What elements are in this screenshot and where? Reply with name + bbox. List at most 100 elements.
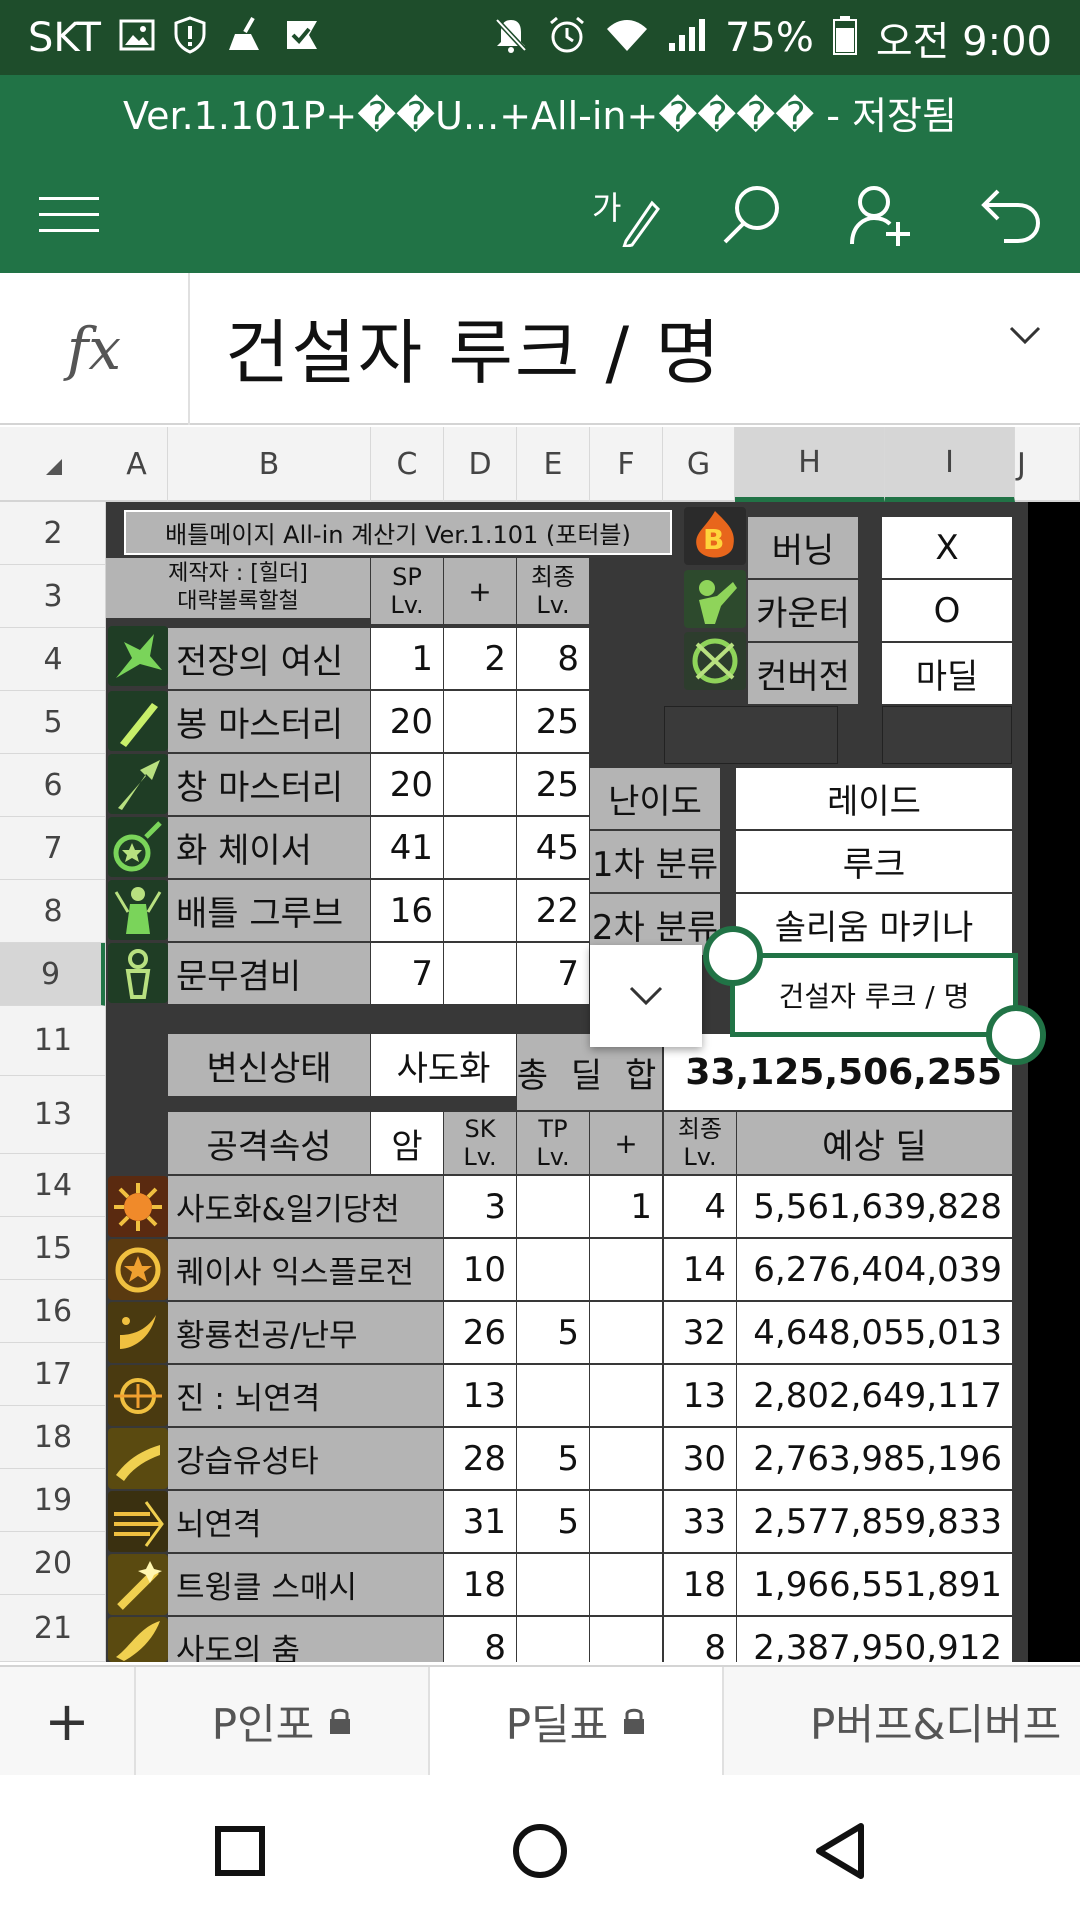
blank-cell[interactable] bbox=[882, 706, 1012, 764]
skill-final[interactable]: 25 bbox=[517, 754, 589, 815]
skill-damage[interactable]: 2,577,859,833 bbox=[737, 1491, 1012, 1552]
share-button[interactable] bbox=[836, 170, 926, 260]
col-header-e[interactable]: E bbox=[517, 427, 590, 502]
attack-attr-value[interactable]: 암 bbox=[371, 1112, 443, 1174]
skill-final[interactable]: 22 bbox=[517, 880, 589, 941]
skill-name[interactable]: 화 체이서 bbox=[168, 817, 370, 878]
skill-final[interactable]: 25 bbox=[517, 691, 589, 752]
skill-name[interactable]: 사도의 춤 bbox=[168, 1617, 443, 1662]
skill-plus[interactable] bbox=[590, 1365, 662, 1426]
row-header[interactable]: 16 bbox=[0, 1280, 105, 1343]
skill-sp[interactable]: 20 bbox=[371, 691, 443, 752]
class1-label[interactable]: 1차 분류 bbox=[590, 831, 720, 892]
skill-sp[interactable]: 41 bbox=[371, 817, 443, 878]
skill-plus[interactable]: 2 bbox=[444, 628, 516, 689]
skill-plus[interactable] bbox=[444, 943, 516, 1004]
transform-value[interactable]: 사도화 bbox=[371, 1034, 516, 1096]
header-sp-lv[interactable]: SP Lv. bbox=[371, 558, 443, 624]
skill-sp[interactable]: 1 bbox=[371, 628, 443, 689]
skill-tp[interactable] bbox=[517, 1617, 589, 1662]
skill-sp[interactable]: 7 bbox=[371, 943, 443, 1004]
col-header-b[interactable]: B bbox=[168, 427, 371, 502]
row-header[interactable]: 14 bbox=[0, 1154, 105, 1217]
skill-final[interactable]: 30 bbox=[664, 1428, 736, 1489]
skill-name[interactable]: 진 : 뇌연격 bbox=[168, 1365, 443, 1426]
home-button[interactable] bbox=[485, 1796, 595, 1906]
col-header-c[interactable]: C bbox=[371, 427, 444, 502]
recent-apps-button[interactable] bbox=[185, 1796, 295, 1906]
skill-final[interactable]: 14 bbox=[664, 1239, 736, 1300]
skill-tp[interactable] bbox=[517, 1239, 589, 1300]
row-header[interactable]: 17 bbox=[0, 1343, 105, 1406]
skill-plus[interactable] bbox=[444, 691, 516, 752]
skill-final[interactable]: 8 bbox=[517, 628, 589, 689]
skill-plus[interactable] bbox=[444, 817, 516, 878]
tab-p-info[interactable]: P인포 bbox=[136, 1667, 430, 1775]
skill-plus[interactable] bbox=[590, 1491, 662, 1552]
skill-name[interactable]: 봉 마스터리 bbox=[168, 691, 370, 752]
row-header[interactable]: 18 bbox=[0, 1406, 105, 1469]
undo-button[interactable] bbox=[966, 170, 1056, 260]
option-label-burning[interactable]: 버닝 bbox=[748, 517, 858, 578]
skill-final[interactable]: 4 bbox=[664, 1176, 736, 1237]
selection-handle-start[interactable] bbox=[703, 926, 763, 986]
header-sk-lv[interactable]: SK Lv. bbox=[444, 1112, 516, 1174]
skill-final[interactable]: 45 bbox=[517, 817, 589, 878]
skill-sk[interactable]: 8 bbox=[444, 1617, 516, 1662]
skill-sk[interactable]: 28 bbox=[444, 1428, 516, 1489]
option-value-counter[interactable]: O bbox=[882, 580, 1012, 641]
author-cell[interactable]: 제작자 : [힐더] 대략볼록할철 bbox=[106, 558, 370, 618]
formula-content[interactable]: 건설자 루크 / 명 bbox=[225, 297, 722, 398]
row-header[interactable]: 6 bbox=[0, 754, 105, 817]
header-final-lv-2[interactable]: 최종 Lv. bbox=[664, 1112, 736, 1174]
option-value-conversion[interactable]: 마딜 bbox=[882, 643, 1012, 704]
col-header-h[interactable]: H bbox=[735, 427, 885, 502]
skill-sk[interactable]: 10 bbox=[444, 1239, 516, 1300]
skill-damage[interactable]: 5,561,639,828 bbox=[737, 1176, 1012, 1237]
tab-p-damage[interactable]: P딜표 bbox=[430, 1667, 724, 1775]
skill-sk[interactable]: 13 bbox=[444, 1365, 516, 1426]
skill-final[interactable]: 18 bbox=[664, 1554, 736, 1615]
skill-damage[interactable]: 2,387,950,912 bbox=[737, 1617, 1012, 1662]
back-button[interactable] bbox=[785, 1796, 895, 1906]
row-header[interactable]: 7 bbox=[0, 817, 105, 880]
col-header-f[interactable]: F bbox=[590, 427, 663, 502]
header-plus[interactable]: + bbox=[444, 558, 516, 624]
row-header[interactable]: 21 bbox=[0, 1595, 105, 1662]
difficulty-label[interactable]: 난이도 bbox=[590, 768, 720, 829]
fx-label[interactable]: fx bbox=[0, 273, 190, 425]
skill-damage[interactable]: 4,648,055,013 bbox=[737, 1302, 1012, 1363]
option-label-conversion[interactable]: 컨버전 bbox=[748, 643, 858, 704]
skill-tp[interactable]: 5 bbox=[517, 1302, 589, 1363]
skill-tp[interactable]: 5 bbox=[517, 1428, 589, 1489]
difficulty-value[interactable]: 레이드 bbox=[736, 768, 1012, 829]
selection-handle-end[interactable] bbox=[986, 1005, 1046, 1065]
col-header-a[interactable]: A bbox=[106, 427, 168, 502]
row-header[interactable]: 4 bbox=[0, 628, 105, 691]
row-header[interactable]: 2 bbox=[0, 502, 105, 565]
skill-plus[interactable] bbox=[590, 1302, 662, 1363]
row-header[interactable]: 20 bbox=[0, 1532, 105, 1595]
header-final-lv[interactable]: 최종 Lv. bbox=[517, 558, 589, 624]
total-damage-value[interactable]: 33,125,506,255 bbox=[664, 1034, 1012, 1110]
skill-name[interactable]: 퀘이사 익스플로전 bbox=[168, 1239, 443, 1300]
col-header-i[interactable]: I bbox=[885, 427, 1015, 502]
skill-name[interactable]: 사도화&일기당천 bbox=[168, 1176, 443, 1237]
skill-final[interactable]: 8 bbox=[664, 1617, 736, 1662]
col-header-g[interactable]: G bbox=[663, 427, 735, 502]
class2-value[interactable]: 솔리움 마키나 bbox=[736, 894, 1012, 955]
blank-cell[interactable] bbox=[664, 706, 838, 764]
skill-damage[interactable]: 2,802,649,117 bbox=[737, 1365, 1012, 1426]
skill-plus[interactable] bbox=[444, 880, 516, 941]
row-header[interactable]: 11 bbox=[0, 1006, 105, 1076]
title-banner[interactable]: 배틀메이지 All-in 계산기 Ver.1.101 (포터블) bbox=[124, 510, 672, 555]
skill-damage[interactable]: 6,276,404,039 bbox=[737, 1239, 1012, 1300]
tab-p-buff-debuff[interactable]: P버프&디버프 bbox=[724, 1667, 1080, 1775]
row-header[interactable]: 15 bbox=[0, 1217, 105, 1280]
draw-button[interactable]: 가 bbox=[580, 170, 670, 260]
skill-damage[interactable]: 1,966,551,891 bbox=[737, 1554, 1012, 1615]
skill-sk[interactable]: 26 bbox=[444, 1302, 516, 1363]
skill-name[interactable]: 강습유성타 bbox=[168, 1428, 443, 1489]
expand-formula-button[interactable] bbox=[1008, 325, 1042, 351]
skill-final[interactable]: 7 bbox=[517, 943, 589, 1004]
